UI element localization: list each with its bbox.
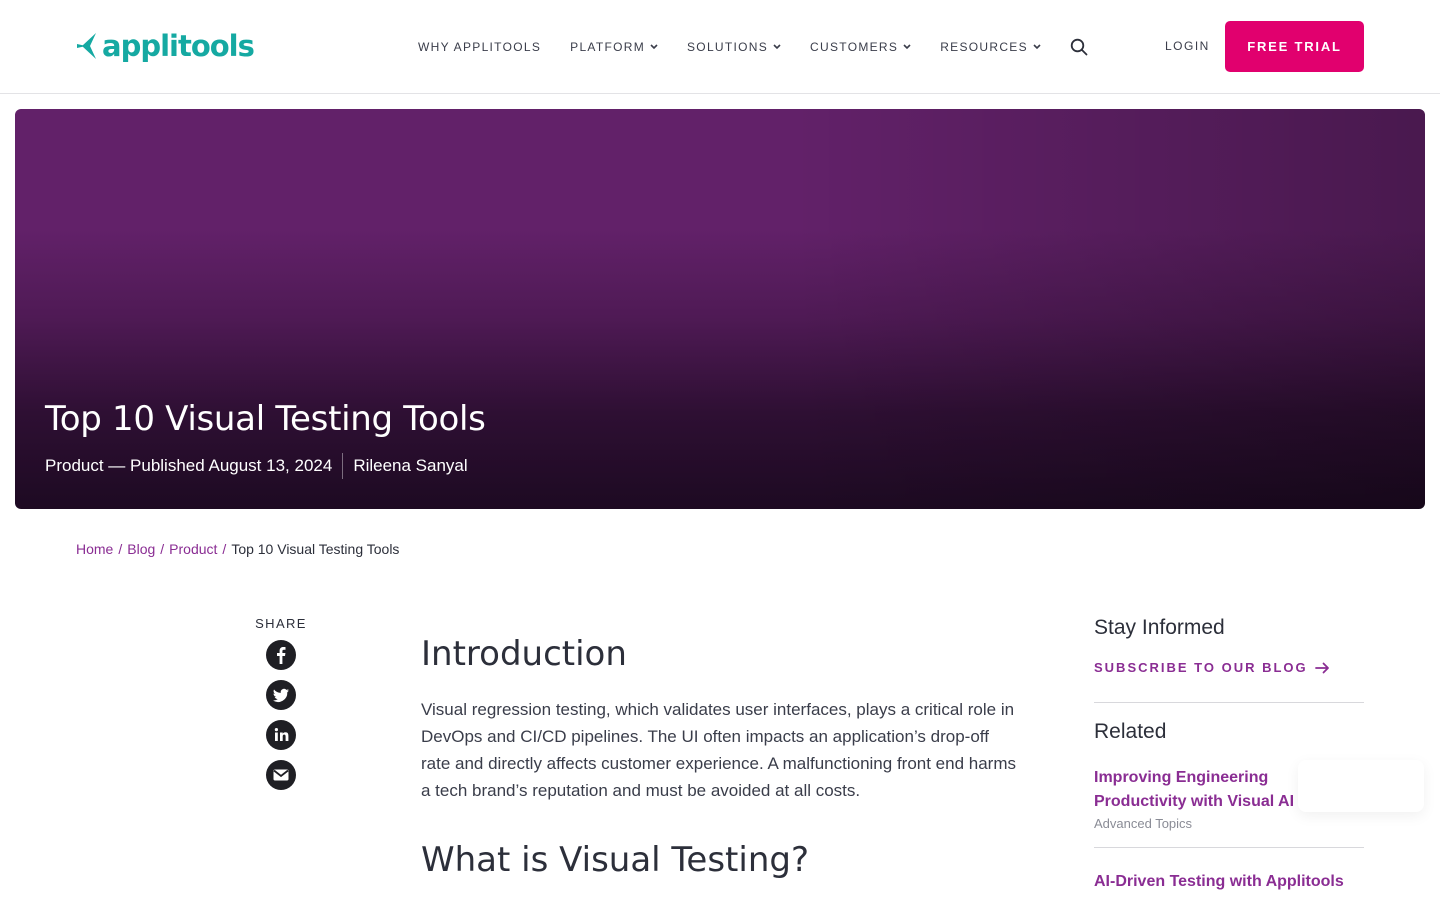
related-post-category[interactable]: Advanced Topics <box>1094 816 1364 831</box>
meta-divider <box>342 453 344 479</box>
section-heading-what-is-visual-testing: What is Visual Testing? <box>421 840 809 880</box>
arrow-right-icon <box>1314 662 1329 673</box>
breadcrumb: Home / Blog / Product / Top 10 Visual Te… <box>76 541 399 557</box>
applitools-logo[interactable]: applitools <box>76 28 255 64</box>
nav-label: WHY APPLITOOLS <box>418 40 542 54</box>
nav-label: RESOURCES <box>940 40 1028 54</box>
stay-informed-heading: Stay Informed <box>1094 616 1225 639</box>
nav-why-applitools[interactable]: WHY APPLITOOLS <box>418 40 541 54</box>
logo-text: applitools <box>102 28 255 63</box>
free-trial-button[interactable]: FREE TRIAL <box>1225 21 1364 72</box>
applitools-logo-mark-icon <box>77 33 96 59</box>
chat-widget-card[interactable] <box>1298 760 1424 812</box>
share-panel: SHARE <box>250 616 312 800</box>
subscribe-label: SUBSCRIBE TO OUR BLOG <box>1094 660 1308 675</box>
sidebar-divider <box>1094 847 1364 848</box>
nav-label: CUSTOMERS <box>810 40 899 54</box>
linkedin-icon[interactable] <box>266 720 296 750</box>
nav-resources[interactable]: RESOURCES <box>940 40 1041 54</box>
chevron-down-icon <box>650 44 658 50</box>
article-body: Introduction Visual regression testing, … <box>421 632 1021 882</box>
chevron-down-icon <box>1033 44 1041 50</box>
related-post: AI-Driven Testing with Applitools <box>1094 870 1364 894</box>
site-header: applitools WHY APPLITOOLS PLATFORM SOLUT… <box>0 0 1440 94</box>
search-icon[interactable] <box>1070 38 1088 56</box>
share-label: SHARE <box>255 616 307 631</box>
breadcrumb-home[interactable]: Home <box>76 541 113 557</box>
nav-label: SOLUTIONS <box>687 40 769 54</box>
breadcrumb-current: Top 10 Visual Testing Tools <box>231 541 400 557</box>
related-post-title[interactable]: AI-Driven Testing with Applitools <box>1094 870 1364 894</box>
breadcrumb-separator: / <box>118 541 123 557</box>
sidebar: Stay Informed SUBSCRIBE TO OUR BLOG Rela… <box>1094 616 1364 894</box>
sidebar-divider <box>1094 702 1364 703</box>
nav-label: PLATFORM <box>570 40 645 54</box>
post-author[interactable]: Rileena Sanyal <box>353 456 467 476</box>
breadcrumb-blog[interactable]: Blog <box>127 541 155 557</box>
nav-platform[interactable]: PLATFORM <box>570 40 658 54</box>
nav-customers[interactable]: CUSTOMERS <box>810 40 911 54</box>
hero-overlay <box>15 109 1425 509</box>
page-title: Top 10 Visual Testing Tools <box>45 399 486 439</box>
post-category-date: Product — Published August 13, 2024 <box>45 456 333 475</box>
chevron-down-icon <box>903 44 911 50</box>
breadcrumb-separator: / <box>222 541 227 557</box>
nav-solutions[interactable]: SOLUTIONS <box>687 40 781 54</box>
main-nav: WHY APPLITOOLS PLATFORM SOLUTIONS CUSTOM… <box>418 38 1088 56</box>
login-link[interactable]: LOGIN <box>1165 39 1210 53</box>
breadcrumb-separator: / <box>160 541 165 557</box>
twitter-icon[interactable] <box>266 680 296 710</box>
intro-paragraph: Visual regression testing, which validat… <box>421 700 1016 800</box>
chevron-down-icon <box>773 44 781 50</box>
subscribe-link[interactable]: SUBSCRIBE TO OUR BLOG <box>1094 660 1364 675</box>
breadcrumb-product[interactable]: Product <box>169 541 217 557</box>
section-heading-introduction: Introduction <box>421 634 627 674</box>
related-heading: Related <box>1094 720 1167 743</box>
hero-banner: Top 10 Visual Testing Tools Product — Pu… <box>15 109 1425 509</box>
facebook-icon[interactable] <box>266 640 296 670</box>
email-icon[interactable] <box>266 760 296 790</box>
post-meta: Product — Published August 13, 2024 Rile… <box>45 453 468 479</box>
